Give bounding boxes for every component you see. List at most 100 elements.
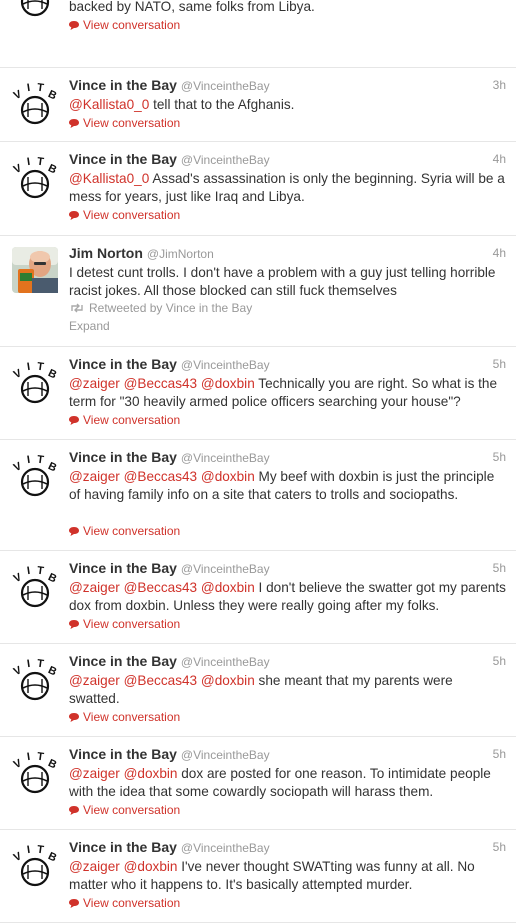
mention-link[interactable]: @zaiger bbox=[69, 469, 120, 484]
view-conversation-link[interactable]: View conversation bbox=[69, 116, 180, 130]
tweet-fullname[interactable]: Vince in the Bay bbox=[69, 839, 177, 855]
tweet-fullname[interactable]: Vince in the Bay bbox=[69, 746, 177, 762]
view-conversation-label[interactable]: View conversation bbox=[83, 116, 180, 130]
tweet-item[interactable]: V I T B Vince in the Bay @VinceintheBay 5h @zai… bbox=[0, 551, 516, 644]
tweet-fullname[interactable]: Vince in the Bay bbox=[69, 77, 177, 93]
view-conversation-link[interactable]: View conversation bbox=[69, 413, 180, 427]
view-conversation-label[interactable]: View conversation bbox=[83, 803, 180, 817]
tweet-item[interactable]: V I T B Vince in the Bay @VinceintheBay 3h @Kal… bbox=[0, 68, 516, 142]
svg-text:B: B bbox=[46, 571, 58, 585]
svg-text:I: I bbox=[26, 361, 31, 373]
mention-link[interactable]: @Kallista0_0 bbox=[69, 171, 149, 186]
mention-link[interactable]: @doxbin bbox=[124, 766, 178, 781]
tweet-fullname[interactable]: Vince in the Bay bbox=[69, 449, 177, 465]
mention-link[interactable]: @doxbin bbox=[201, 376, 255, 391]
tweet-text: @zaiger @Beccas43 @doxbin I don't believ… bbox=[69, 579, 506, 615]
tweet-fullname[interactable]: Jim Norton bbox=[69, 245, 143, 261]
tweet-fullname[interactable]: Vince in the Bay bbox=[69, 356, 177, 372]
tweet-text: @Kallista0_0 this is a false "revolution… bbox=[69, 0, 506, 16]
view-conversation-label[interactable]: View conversation bbox=[83, 413, 180, 427]
view-conversation-link[interactable]: View conversation bbox=[69, 617, 180, 631]
tweet-username[interactable]: @VinceintheBay bbox=[181, 79, 270, 93]
mention-link[interactable]: @Kallista0_0 bbox=[69, 97, 149, 112]
tweet-item[interactable]: V I T B Vince in the Bay @VinceintheBay 5h @zai… bbox=[0, 347, 516, 440]
mention-link[interactable]: @zaiger bbox=[69, 580, 120, 595]
svg-text:V: V bbox=[12, 757, 24, 771]
mention-link[interactable]: @doxbin bbox=[201, 673, 255, 688]
tweet-username[interactable]: @VinceintheBay bbox=[181, 451, 270, 465]
view-conversation-link[interactable]: View conversation bbox=[69, 208, 180, 222]
tweet-username[interactable]: @VinceintheBay bbox=[181, 358, 270, 372]
view-conversation-label[interactable]: View conversation bbox=[83, 710, 180, 724]
tweet-timestamp[interactable]: 5h bbox=[493, 654, 506, 668]
tweet-item[interactable]: V I T B Vince in the Bay @VinceintheBay 5h @zai… bbox=[0, 737, 516, 830]
svg-text:T: T bbox=[36, 82, 45, 95]
view-conversation-link[interactable]: View conversation bbox=[69, 710, 180, 724]
avatar-vitb-logo[interactable]: VITB bbox=[12, 79, 58, 125]
tweet-item[interactable]: Jim Norton @JimNorton 4h I detest cunt trol… bbox=[0, 236, 516, 347]
tweet-item[interactable]: V I T B Vince in the Bay @VinceintheBay 5h @zai… bbox=[0, 644, 516, 737]
tweet-fullname[interactable]: Vince in the Bay bbox=[69, 151, 177, 167]
mention-link[interactable]: @Beccas43 bbox=[124, 469, 198, 484]
tweet-username[interactable]: @VinceintheBay bbox=[181, 655, 270, 669]
tweet-timestamp[interactable]: 4h bbox=[493, 152, 506, 166]
mention-link[interactable]: @Beccas43 bbox=[124, 580, 198, 595]
tweet-username[interactable]: @VinceintheBay bbox=[181, 841, 270, 855]
svg-text:T: T bbox=[36, 565, 45, 578]
avatar-vitb-logo[interactable]: VITB bbox=[12, 153, 58, 199]
avatar-photo[interactable] bbox=[12, 247, 58, 293]
view-conversation-link[interactable]: View conversation bbox=[69, 18, 180, 32]
view-conversation-label[interactable]: View conversation bbox=[83, 896, 180, 910]
svg-text:V: V bbox=[12, 162, 24, 176]
tweet-header: Vince in the Bay @VinceintheBay 5h bbox=[69, 356, 506, 374]
view-conversation-label[interactable]: View conversation bbox=[83, 617, 180, 631]
mention-link[interactable]: @doxbin bbox=[201, 580, 255, 595]
mention-link[interactable]: @zaiger bbox=[69, 859, 120, 874]
mention-link[interactable]: @doxbin bbox=[124, 859, 178, 874]
tweet-username[interactable]: @VinceintheBay bbox=[181, 562, 270, 576]
view-conversation-link[interactable]: View conversation bbox=[69, 524, 180, 538]
svg-text:V: V bbox=[12, 88, 24, 102]
view-conversation-label[interactable]: View conversation bbox=[83, 18, 180, 32]
tweet-timestamp[interactable]: 4h bbox=[493, 246, 506, 260]
tweet-text: @zaiger @doxbin dox are posted for one r… bbox=[69, 765, 506, 801]
view-conversation-label[interactable]: View conversation bbox=[83, 208, 180, 222]
avatar-vitb-logo[interactable]: VITB bbox=[12, 655, 58, 701]
mention-link[interactable]: @Beccas43 bbox=[124, 673, 198, 688]
tweet-timestamp[interactable]: 3h bbox=[493, 78, 506, 92]
tweet-timestamp[interactable]: 5h bbox=[493, 747, 506, 761]
mention-link[interactable]: @doxbin bbox=[201, 469, 255, 484]
avatar-vitb-logo[interactable]: VITB bbox=[12, 451, 58, 497]
tweet-item[interactable]: V I T B Vince in the Bay @VinceintheBay 4h @Kal… bbox=[0, 142, 516, 236]
tweet-timestamp[interactable]: 5h bbox=[493, 840, 506, 854]
tweet-fullname[interactable]: Vince in the Bay bbox=[69, 560, 177, 576]
retweeted-by-label: Retweeted by Vince in the Bay bbox=[89, 301, 253, 315]
avatar-vitb-logo[interactable]: VITB bbox=[12, 748, 58, 794]
view-conversation-link[interactable]: View conversation bbox=[69, 896, 180, 910]
tweet-fullname[interactable]: Vince in the Bay bbox=[69, 653, 177, 669]
tweet-timestamp[interactable]: 5h bbox=[493, 450, 506, 464]
avatar-vitb-logo[interactable]: VITB bbox=[12, 0, 58, 17]
view-conversation-link[interactable]: View conversation bbox=[69, 803, 180, 817]
expand-link[interactable]: Expand bbox=[69, 319, 110, 333]
avatar-vitb-logo[interactable]: VITB bbox=[12, 841, 58, 887]
mention-link[interactable]: @zaiger bbox=[69, 673, 120, 688]
avatar-vitb-logo[interactable]: VITB bbox=[12, 562, 58, 608]
svg-text:B: B bbox=[46, 88, 58, 102]
view-conversation-label[interactable]: View conversation bbox=[83, 524, 180, 538]
tweet-username[interactable]: @JimNorton bbox=[147, 247, 214, 261]
mention-link[interactable]: @Beccas43 bbox=[124, 376, 198, 391]
tweet-item[interactable]: VITB @Kallista0_0 this is a false "revolu… bbox=[0, 0, 516, 68]
tweet-header: Vince in the Bay @VinceintheBay 5h bbox=[69, 746, 506, 764]
tweet-timestamp[interactable]: 5h bbox=[493, 357, 506, 371]
mention-link[interactable]: @zaiger bbox=[69, 766, 120, 781]
tweet-timestamp[interactable]: 5h bbox=[493, 561, 506, 575]
tweet-item[interactable]: V I T B Vince in the Bay @VinceintheBay 5h @zai… bbox=[0, 830, 516, 923]
mention-link[interactable]: @zaiger bbox=[69, 376, 120, 391]
tweet-username[interactable]: @VinceintheBay bbox=[181, 153, 270, 167]
speech-bubble-icon bbox=[69, 414, 79, 425]
tweet-item[interactable]: V I T B Vince in the Bay @VinceintheBay 5h @zai… bbox=[0, 440, 516, 551]
tweet-username[interactable]: @VinceintheBay bbox=[181, 748, 270, 762]
avatar-vitb-logo[interactable]: VITB bbox=[12, 358, 58, 404]
svg-text:T: T bbox=[36, 454, 45, 467]
